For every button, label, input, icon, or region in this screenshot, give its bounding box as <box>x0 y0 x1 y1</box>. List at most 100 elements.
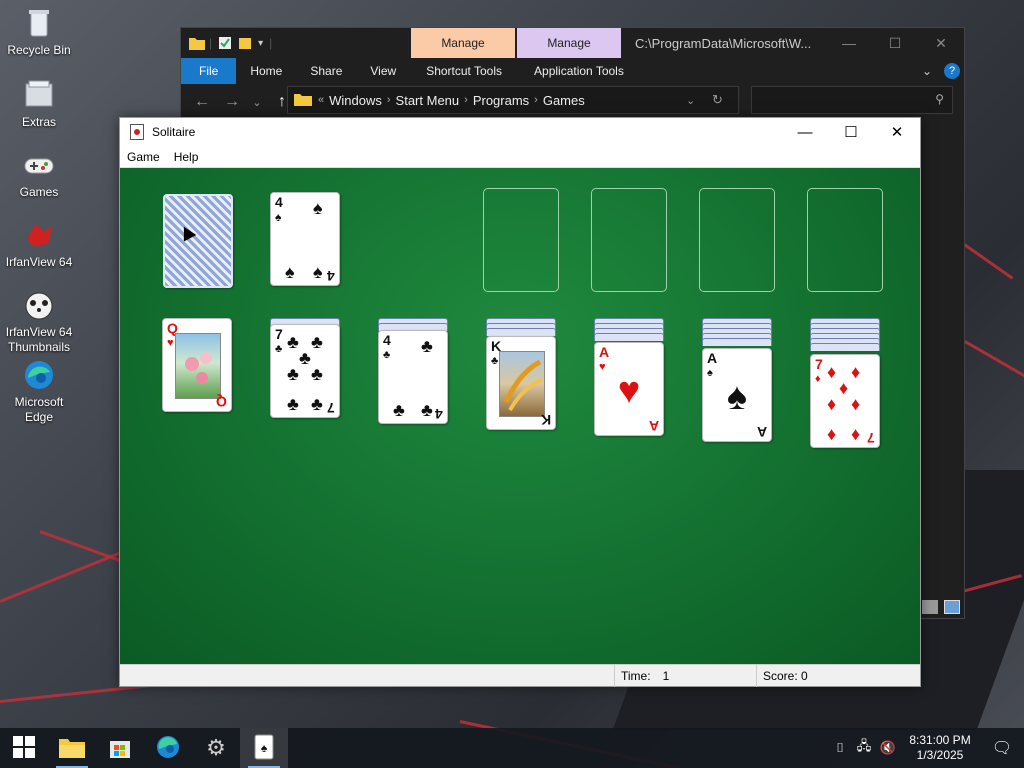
search-icon: ⚲ <box>935 92 944 106</box>
desktop-icon-label: Recycle Bin <box>7 43 71 57</box>
club-pip-icon: ♣ <box>311 394 323 414</box>
tableau-2-card[interactable]: 7 ♣ ♣ ♣ ♣ ♣ ♣ ♣ ♣ 7 <box>270 324 340 418</box>
desktop-icon-recycle-bin[interactable]: Recycle Bin <box>4 6 74 58</box>
tab-manage-shortcut[interactable]: Manage <box>411 28 515 58</box>
chevron-right-icon[interactable]: › <box>464 94 468 106</box>
breadcrumb-item[interactable]: Start Menu <box>396 93 460 108</box>
face-down-card <box>486 328 556 336</box>
details-view-icon[interactable] <box>922 600 938 614</box>
volume-muted-icon[interactable]: 🔇 <box>876 740 900 756</box>
game-table[interactable]: 4 ♠ ♠ ♠ ♠ 4 Q ♥ Q 7 ♣ ♣ ♣ ♣ ♣ ♣ ♣ ♣ 7 4 … <box>120 168 920 664</box>
clock[interactable]: 8:31:00 PM 1/3/2025 <box>900 733 980 763</box>
tab-application-tools[interactable]: Application Tools <box>518 58 640 84</box>
spade-pip-icon: ♠ <box>313 198 323 218</box>
solitaire-title-bar[interactable]: Solitaire — ☐ ✕ <box>120 118 920 146</box>
breadcrumb-item[interactable]: Games <box>543 93 585 108</box>
close-button[interactable]: ✕ <box>918 28 964 58</box>
taskbar-edge[interactable] <box>144 728 192 768</box>
tableau-6-card[interactable]: A ♠ ♠ A <box>702 348 772 442</box>
quick-access-toolbar: | ▾ | <box>181 28 411 58</box>
tableau-5-card[interactable]: A ♥ ♥ A <box>594 342 664 436</box>
ribbon-expand-icon[interactable]: ⌄ <box>922 64 944 78</box>
tab-shortcut-tools[interactable]: Shortcut Tools <box>410 58 518 84</box>
card-rank: 4 <box>327 268 335 284</box>
back-icon[interactable]: ← <box>189 93 215 111</box>
face-down-card <box>702 338 772 346</box>
folder-icon[interactable] <box>189 36 205 50</box>
card-suit: ♣ <box>275 343 283 355</box>
card-rank: A <box>599 344 610 360</box>
desktop-icon-edge[interactable]: Microsoft Edge <box>4 358 74 425</box>
address-bar[interactable]: « Windows › Start Menu › Programs › Game… <box>287 86 739 114</box>
start-button[interactable] <box>0 728 48 768</box>
taskbar-settings[interactable]: ⚙ <box>192 728 240 768</box>
tableau-7-card[interactable]: 7 ♦ ♦ ♦ ♦ ♦ ♦ ♦ ♦ 7 <box>810 354 880 448</box>
menu-help[interactable]: Help <box>167 150 206 164</box>
waste-card[interactable]: 4 ♠ ♠ ♠ ♠ 4 <box>270 192 340 286</box>
card-rank: 7 <box>327 400 335 416</box>
tab-home[interactable]: Home <box>236 58 296 84</box>
separator: | <box>269 36 273 50</box>
tableau-1-card[interactable]: Q ♥ Q <box>162 318 232 412</box>
foundation-slot-4[interactable] <box>807 188 883 292</box>
breadcrumb-item[interactable]: Windows <box>329 93 382 108</box>
chevron-right-icon[interactable]: › <box>534 94 538 106</box>
tab-share[interactable]: Share <box>296 58 356 84</box>
diamond-pip-icon: ♦ <box>827 362 837 382</box>
edge-icon <box>22 358 56 392</box>
desktop-icon-extras[interactable]: Extras <box>4 78 74 130</box>
close-button[interactable]: ✕ <box>874 123 920 141</box>
foundation-slot-1[interactable] <box>483 188 559 292</box>
stock-pile[interactable] <box>163 194 233 288</box>
card-rank: 4 <box>383 332 391 348</box>
maximize-button[interactable]: ☐ <box>872 28 918 58</box>
help-icon[interactable]: ? <box>944 63 960 79</box>
qat-dropdown-icon[interactable]: ▾ <box>258 38 263 49</box>
minimize-button[interactable]: — <box>782 124 828 141</box>
maximize-button[interactable]: ☐ <box>828 123 874 141</box>
address-dropdown-icon[interactable]: ⌄ <box>686 94 712 107</box>
card-suit: ♦ <box>815 373 821 385</box>
properties-icon[interactable] <box>218 36 232 50</box>
desktop-icon-label: Extras <box>21 115 56 129</box>
taskbar-store[interactable] <box>96 728 144 768</box>
club-pip-icon: ♣ <box>299 348 311 368</box>
club-pip-icon: ♣ <box>311 332 323 352</box>
solitaire-window[interactable]: Solitaire — ☐ ✕ Game Help 4 ♠ ♠ ♠ ♠ 4 Q … <box>119 117 921 687</box>
desktop-icon-games[interactable]: Games <box>4 148 74 200</box>
breadcrumb-item[interactable]: Programs <box>473 93 529 108</box>
tab-file[interactable]: File <box>181 58 237 84</box>
explorer-title-bar[interactable]: | ▾ | Manage Manage C:\ProgramData\Micro… <box>181 28 964 58</box>
tab-manage-application[interactable]: Manage <box>517 28 621 58</box>
menu-game[interactable]: Game <box>120 150 167 164</box>
desktop-icon-irfanview-thumbnails[interactable]: IrfanView 64 Thumbnails <box>4 288 74 355</box>
desktop-icon-irfanview[interactable]: IrfanView 64 <box>4 218 74 270</box>
card-rank: 4 <box>435 406 443 422</box>
recent-locations-icon[interactable]: ⌄ <box>249 96 265 109</box>
king-face-art <box>499 351 545 417</box>
notifications-icon[interactable]: 🗨 <box>980 738 1024 758</box>
refresh-icon[interactable]: ↻ <box>712 92 738 108</box>
overflow-icon[interactable]: « <box>318 94 324 106</box>
usb-icon[interactable]: ⌷ <box>828 740 852 756</box>
network-icon[interactable]: 🖧 <box>852 737 876 759</box>
search-input[interactable]: ⚲ <box>751 86 953 114</box>
new-folder-icon[interactable] <box>238 36 252 50</box>
tab-view[interactable]: View <box>356 58 410 84</box>
card-rank: 4 <box>275 194 283 210</box>
club-pip-icon: ♣ <box>287 394 299 414</box>
forward-icon[interactable]: → <box>219 93 245 111</box>
taskbar-file-explorer[interactable] <box>48 728 96 768</box>
tableau-3-card[interactable]: 4 ♣ ♣ ♣ ♣ 4 <box>378 330 448 424</box>
minimize-button[interactable]: — <box>826 28 872 58</box>
desktop-icon-label: Games <box>19 185 59 199</box>
taskbar-solitaire[interactable]: ♠ <box>240 728 288 768</box>
chevron-right-icon[interactable]: › <box>387 94 391 106</box>
large-icons-view-icon[interactable] <box>944 600 960 614</box>
card-suit: ♠ <box>275 210 282 224</box>
foundation-slot-3[interactable] <box>699 188 775 292</box>
foundation-slot-2[interactable] <box>591 188 667 292</box>
club-pip-icon: ♣ <box>393 400 405 420</box>
tableau-4-card[interactable]: K ♣ K <box>486 336 556 430</box>
desktop-icon-label: Microsoft Edge <box>14 395 64 424</box>
